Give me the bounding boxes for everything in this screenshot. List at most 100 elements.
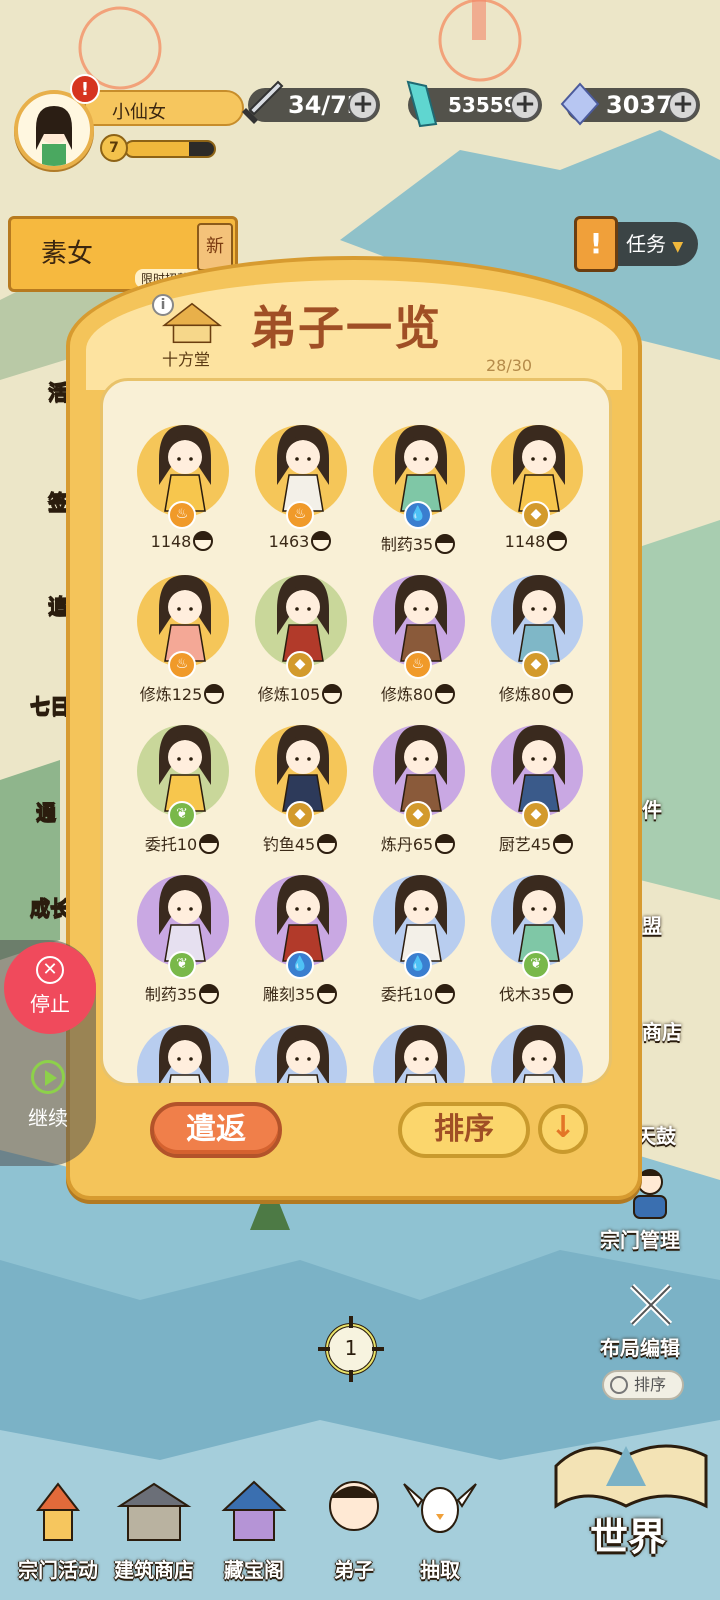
disciple-card[interactable]: ◆ 1148 — [481, 415, 591, 565]
player-name: 小仙女 — [112, 102, 166, 123]
building-icon — [116, 1482, 192, 1541]
disciple-card[interactable]: ♨ 修炼125 — [127, 565, 237, 715]
disciple-icon — [329, 1481, 379, 1531]
side-label-1[interactable]: 活 — [48, 376, 69, 405]
disciple-portrait — [513, 1025, 565, 1083]
continue-label: 继续 — [28, 1106, 68, 1130]
disciple-card[interactable] — [127, 1015, 237, 1083]
disciple-card[interactable] — [481, 1015, 591, 1083]
disciple-label: 1148 — [127, 531, 237, 551]
task-button[interactable]: ! 任务 ▼ — [574, 216, 698, 272]
world-button[interactable]: 世界 — [546, 1426, 716, 1586]
wood-element-icon: ❦ — [168, 801, 196, 829]
sword-icon — [242, 80, 284, 124]
nav-disciples[interactable]: 弟子 — [304, 1470, 404, 1582]
add-jade-button[interactable]: + — [510, 90, 540, 120]
wood-element-icon: ❦ — [168, 951, 196, 979]
side-label-5[interactable]: 通 — [36, 796, 57, 825]
disciple-status: 雕刻35 — [262, 985, 316, 1004]
right-menu-item-1[interactable]: 件 — [642, 794, 662, 823]
face-icon — [193, 531, 214, 551]
disciple-label: 修炼80 — [481, 681, 591, 705]
disciple-card[interactable]: ◆ 厨艺45 — [481, 715, 591, 865]
disciple-card[interactable]: ♨ 1148 — [127, 415, 237, 565]
info-icon[interactable]: i — [152, 294, 174, 316]
nav-label: 宗门活动 — [18, 1558, 98, 1582]
world-scroll-icon — [554, 1444, 708, 1509]
disciple-card[interactable]: ◆ 钓鱼45 — [245, 715, 355, 865]
nav-sect-activity[interactable]: 宗门活动 — [8, 1470, 108, 1582]
player-level: 7 — [100, 134, 128, 162]
nav-label: 建筑商店 — [114, 1558, 194, 1582]
earth-element-icon: ◆ — [522, 801, 550, 829]
dismiss-button[interactable]: 遣返 — [150, 1102, 282, 1158]
face-icon — [435, 834, 456, 854]
disciple-card[interactable]: ❦ 委托10 — [127, 715, 237, 865]
pagoda-icon — [35, 1482, 81, 1541]
disciple-card[interactable]: ◆ 修炼80 — [481, 565, 591, 715]
disciple-status: 修炼105 — [257, 685, 321, 704]
alert-icon: ! — [70, 74, 100, 104]
jade-resource: 535596 + — [406, 80, 542, 128]
disciple-card[interactable]: ◆ 修炼105 — [245, 565, 355, 715]
shop-button[interactable]: 商店 — [642, 1016, 682, 1045]
nav-treasure[interactable]: 藏宝阁 — [204, 1470, 304, 1582]
disciple-card[interactable]: 💧 制药35 — [363, 415, 473, 565]
disciple-portrait — [159, 1025, 211, 1083]
disciple-card[interactable]: 💧 委托10 — [363, 865, 473, 1015]
face-icon — [204, 684, 225, 704]
earth-element-icon: ◆ — [404, 801, 432, 829]
nav-building-shop[interactable]: 建筑商店 — [104, 1470, 204, 1582]
continue-button[interactable]: 继续 — [0, 1060, 96, 1131]
wood-element-icon: ❦ — [522, 951, 550, 979]
side-label-6[interactable]: 成长 — [30, 892, 71, 921]
add-stamina-button[interactable]: + — [348, 90, 378, 120]
disciple-status: 1148 — [504, 532, 546, 551]
disciple-label: 委托10 — [363, 981, 473, 1005]
disciple-status: 1148 — [150, 532, 192, 551]
play-icon — [31, 1060, 65, 1094]
disciple-label: 制药35 — [127, 981, 237, 1005]
disciple-label: 1463 — [245, 531, 355, 551]
face-icon — [553, 834, 574, 854]
sect-manage-label: 宗门管理 — [600, 1228, 680, 1252]
disciple-grid-scroll[interactable]: ♨ 1148 ♨ 1463 💧 制药35 ◆ 1148 ♨ 修炼125 ◆ 修炼105 ♨ 修炼80 ◆ 修炼… — [100, 378, 612, 1086]
layout-sort-button[interactable]: 排序 — [602, 1370, 684, 1400]
nav-draw[interactable]: 抽取 — [390, 1470, 490, 1582]
sort-button[interactable]: 排序 — [398, 1102, 530, 1158]
side-label-2[interactable]: 签 — [48, 486, 69, 515]
right-menu-item-2[interactable]: 盟 — [642, 910, 662, 939]
exp-bar — [124, 140, 216, 158]
side-label-4[interactable]: 七日 — [30, 690, 71, 719]
disciple-label: 炼丹65 — [363, 831, 473, 855]
gem-resource: 3037 + — [560, 82, 700, 126]
arrow-down-icon: ↓ — [550, 1110, 576, 1145]
disciple-card[interactable]: ❦ 伐木35 — [481, 865, 591, 1015]
player-profile[interactable]: ! 小仙女 7 — [14, 74, 244, 170]
disciple-card[interactable]: ❦ 制药35 — [127, 865, 237, 1015]
disciple-label: 修炼80 — [363, 681, 473, 705]
disciple-label: 雕刻35 — [245, 981, 355, 1005]
disciple-card[interactable] — [245, 1015, 355, 1083]
locator-button[interactable]: 1 — [316, 1314, 386, 1384]
face-icon — [311, 531, 332, 551]
drum-button[interactable]: 天鼓 — [636, 1120, 676, 1149]
disciple-card[interactable]: ♨ 1463 — [245, 415, 355, 565]
fire-element-icon: ♨ — [286, 501, 314, 529]
gem-value: 3037 — [606, 91, 673, 119]
disciple-status: 1463 — [268, 532, 310, 551]
water-element-icon: 💧 — [404, 951, 432, 979]
add-gem-button[interactable]: + — [668, 90, 698, 120]
new-tag: 新 — [197, 223, 233, 271]
disciple-status: 制药35 — [144, 985, 198, 1004]
disciple-card[interactable]: ♨ 修炼80 — [363, 565, 473, 715]
disciple-card[interactable]: 💧 雕刻35 — [245, 865, 355, 1015]
side-label-3[interactable]: 追 — [48, 590, 69, 619]
crystal-icon — [406, 80, 438, 128]
face-icon — [317, 834, 338, 854]
stop-button[interactable]: ✕ 停止 — [4, 942, 96, 1034]
disciple-card[interactable]: ◆ 炼丹65 — [363, 715, 473, 865]
sort-order-button[interactable]: ↓ — [538, 1104, 588, 1154]
disciple-card[interactable] — [363, 1015, 473, 1083]
layout-edit-button[interactable]: 布局编辑 — [600, 1280, 700, 1360]
